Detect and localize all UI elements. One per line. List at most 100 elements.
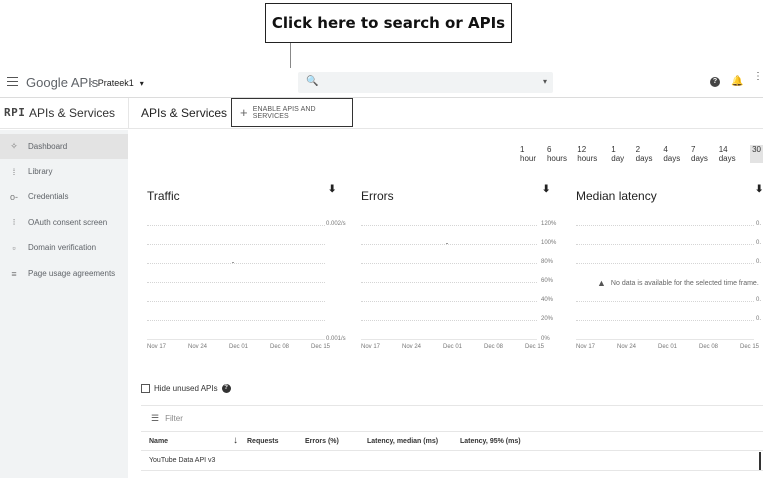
dashboard-icon: ✧ bbox=[10, 141, 18, 151]
help-icon[interactable]: ? bbox=[710, 77, 720, 87]
time-filter-4-days[interactable]: 4 days bbox=[663, 145, 683, 163]
errors-y-tick: 20% bbox=[541, 316, 554, 322]
traffic-grid-line bbox=[147, 301, 325, 302]
project-name: Prateek1 bbox=[97, 78, 134, 88]
latency-x-tick: Nov 24 bbox=[617, 344, 637, 350]
column-header-errors[interactable]: Errors (%) bbox=[305, 438, 339, 445]
column-header-latency-95[interactable]: Latency, 95% (ms) bbox=[460, 438, 521, 445]
errors-y-tick: 100% bbox=[541, 240, 557, 246]
sidebar-item-domain-verification[interactable]: ▫ Domain verification bbox=[0, 235, 128, 260]
latency-grid-line bbox=[576, 263, 754, 264]
filter-input[interactable]: ☰ Filter bbox=[141, 405, 763, 431]
traffic-y-tick: 0.001/s bbox=[326, 336, 346, 342]
sidebar: ✧ Dashboard ⁞ Library o‑ Credentials ⁝ O… bbox=[0, 130, 128, 478]
filter-placeholder: Filter bbox=[165, 414, 183, 423]
project-selector[interactable]: ⁘ Prateek1 ▾ bbox=[88, 78, 144, 88]
sidebar-item-credentials[interactable]: o‑ Credentials bbox=[0, 184, 128, 209]
time-filter-30-days[interactable]: 30 bbox=[750, 145, 763, 163]
errors-y-tick: 60% bbox=[541, 278, 554, 284]
errors-grid-line bbox=[361, 263, 537, 264]
time-range-selector: 1 hour 6 hours 12 hours 1 day 2 days 4 d… bbox=[520, 145, 763, 163]
errors-grid-line bbox=[361, 225, 537, 226]
latency-chart-title: Median latency bbox=[576, 189, 657, 203]
column-header-name[interactable]: Name bbox=[149, 438, 168, 445]
sidebar-item-dashboard[interactable]: ✧ Dashboard bbox=[0, 134, 128, 159]
domain-verification-icon: ▫ bbox=[12, 242, 16, 253]
scrollbar-edge bbox=[759, 452, 761, 470]
latency-no-data-message: ▲ No data is available for the selected … bbox=[597, 278, 759, 288]
errors-x-tick: Dec 01 bbox=[443, 344, 463, 350]
column-header-latency-median[interactable]: Latency, median (ms) bbox=[367, 438, 438, 445]
time-filter-1-hour[interactable]: 1 hour bbox=[520, 145, 539, 163]
traffic-grid-top bbox=[147, 225, 325, 226]
section-title: APIs & Services bbox=[29, 106, 116, 120]
errors-grid-line bbox=[361, 282, 537, 283]
chevron-down-icon: ▾ bbox=[139, 78, 144, 88]
api-table-header: Name ↓ Requests Errors (%) Latency, medi… bbox=[141, 431, 763, 451]
traffic-grid-line bbox=[147, 263, 325, 264]
no-data-text: No data is available for the selected ti… bbox=[610, 279, 759, 287]
sidebar-item-oauth-consent[interactable]: ⁝ OAuth consent screen bbox=[0, 210, 128, 235]
time-filter-2-days[interactable]: 2 days bbox=[636, 145, 656, 163]
latency-grid-line bbox=[576, 320, 754, 321]
search-dropdown-icon[interactable]: ▾ bbox=[543, 77, 547, 86]
sidebar-item-label: Credentials bbox=[28, 192, 69, 201]
time-filter-12-hours[interactable]: 12 hours bbox=[577, 145, 603, 163]
page-usage-icon: ≡ bbox=[11, 268, 17, 279]
table-row[interactable]: YouTube Data API v3 bbox=[141, 451, 763, 471]
key-icon: o‑ bbox=[9, 191, 18, 202]
latency-grid-line bbox=[576, 225, 754, 226]
errors-x-axis bbox=[361, 339, 537, 340]
errors-data-point bbox=[446, 243, 448, 244]
traffic-x-tick: Nov 24 bbox=[188, 344, 208, 350]
errors-x-tick: Nov 24 bbox=[402, 344, 422, 350]
latency-y-tick: 0. bbox=[756, 297, 762, 303]
sidebar-item-label: Dashboard bbox=[28, 142, 68, 151]
traffic-grid-line bbox=[147, 282, 325, 283]
time-filter-14-days[interactable]: 14 days bbox=[719, 145, 742, 163]
errors-x-tick: Dec 15 bbox=[525, 344, 545, 350]
column-header-requests[interactable]: Requests bbox=[247, 438, 279, 445]
hide-unused-apis-toggle: Hide unused APIs ? bbox=[141, 384, 231, 393]
latency-x-tick: Dec 01 bbox=[658, 344, 678, 350]
search-input[interactable]: 🔍 ▾ bbox=[298, 72, 553, 93]
latency-y-tick: 0. bbox=[756, 259, 762, 265]
enable-apis-button[interactable]: + ENABLE APIS AND SERVICES bbox=[231, 98, 353, 127]
time-filter-1-day[interactable]: 1 day bbox=[611, 145, 627, 163]
traffic-y-tick: 0.002/s bbox=[326, 221, 346, 227]
traffic-chart-title: Traffic bbox=[147, 189, 180, 203]
latency-x-tick: Dec 15 bbox=[740, 344, 760, 350]
time-filter-6-hours[interactable]: 6 hours bbox=[547, 145, 569, 163]
library-icon: ⁞ bbox=[12, 166, 16, 177]
more-options-icon[interactable]: ⋮ bbox=[753, 72, 763, 82]
download-icon[interactable]: ⬇ bbox=[328, 184, 336, 195]
page-title: APIs & Services bbox=[141, 106, 228, 120]
sidebar-item-label: Domain verification bbox=[28, 243, 97, 252]
notifications-bell-icon[interactable]: 🔔 bbox=[731, 76, 743, 87]
api-logo-icon: RPI bbox=[4, 106, 26, 119]
api-name-link[interactable]: YouTube Data API v3 bbox=[149, 457, 215, 464]
download-icon[interactable]: ⬇ bbox=[755, 184, 763, 195]
hamburger-menu-icon[interactable] bbox=[7, 77, 18, 86]
errors-grid-line bbox=[361, 244, 537, 245]
errors-grid-line bbox=[361, 320, 537, 321]
traffic-x-axis bbox=[147, 339, 325, 340]
errors-y-tick: 120% bbox=[541, 221, 557, 227]
hide-unused-label: Hide unused APIs bbox=[154, 384, 218, 393]
download-icon[interactable]: ⬇ bbox=[542, 184, 550, 195]
traffic-x-tick: Nov 17 bbox=[147, 344, 167, 350]
errors-grid-line bbox=[361, 301, 537, 302]
sidebar-item-library[interactable]: ⁞ Library bbox=[0, 159, 128, 184]
traffic-grid-line bbox=[147, 244, 325, 245]
sort-descending-icon[interactable]: ↓ bbox=[233, 435, 238, 446]
help-icon[interactable]: ? bbox=[221, 384, 231, 393]
traffic-grid-line bbox=[147, 320, 325, 321]
traffic-x-tick: Dec 01 bbox=[229, 344, 249, 350]
sidebar-item-page-usage[interactable]: ≡ Page usage agreements bbox=[0, 261, 128, 286]
search-icon: 🔍 bbox=[306, 76, 319, 87]
latency-x-tick: Nov 17 bbox=[576, 344, 596, 350]
time-filter-7-days[interactable]: 7 days bbox=[691, 145, 711, 163]
hide-unused-checkbox[interactable] bbox=[141, 384, 150, 393]
header-divider bbox=[128, 98, 129, 129]
latency-y-tick: 0. bbox=[756, 221, 762, 227]
